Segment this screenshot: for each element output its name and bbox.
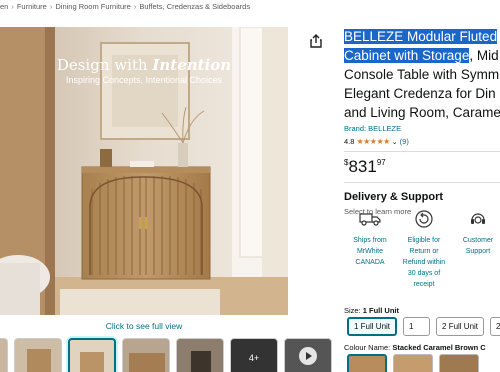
see-full-view-link[interactable]: Click to see full view bbox=[0, 321, 288, 331]
thumbnail-selected[interactable] bbox=[68, 338, 116, 372]
colour-value: Stacked Caramel Brown C bbox=[392, 343, 486, 352]
size-label-text: Size: bbox=[344, 306, 363, 315]
rating-value: 4.8 bbox=[344, 137, 355, 146]
delivery-support-heading: Delivery & Support bbox=[344, 191, 444, 203]
video-thumbnail[interactable] bbox=[284, 338, 332, 372]
feature-label: Eligible for Return or Refund within 30 … bbox=[402, 237, 446, 288]
breadcrumb-sep: › bbox=[133, 1, 137, 11]
size-label: Size: 1 Full Unit bbox=[344, 306, 399, 315]
breadcrumb: en › Furniture › Dining Room Furniture ›… bbox=[0, 0, 250, 12]
svg-text:Design with Intention: Design with Intention bbox=[57, 56, 231, 74]
size-value: 1 Full Unit bbox=[362, 306, 400, 315]
feature-label: Ships from MrWhite CANADA bbox=[353, 237, 387, 266]
rating-row: 4.8 ★★★★★ ⌄ (9) bbox=[344, 137, 500, 146]
hero-headline-emphasis: Intention bbox=[151, 56, 231, 74]
feature-ships-from[interactable]: Ships from MrWhite CANADA bbox=[344, 210, 396, 268]
size-option-selected[interactable]: 1 Full Unit bbox=[347, 317, 398, 336]
hero-headline: Design with bbox=[57, 56, 153, 74]
feature-support[interactable]: Customer Support bbox=[452, 210, 500, 257]
breadcrumb-item[interactable]: en bbox=[0, 2, 8, 11]
colour-swatch[interactable] bbox=[439, 354, 479, 372]
star-rating-icon[interactable]: ★★★★★ bbox=[356, 137, 390, 146]
rating-count-link[interactable]: (9) bbox=[400, 137, 409, 146]
price-cents: 97 bbox=[376, 158, 386, 167]
size-options: 1 Full Unit 1 2 Full Unit 2 bbox=[347, 317, 500, 336]
breadcrumb-item[interactable]: Dining Room Furniture bbox=[55, 2, 130, 11]
return-icon bbox=[414, 209, 434, 233]
colour-swatch-selected[interactable] bbox=[347, 354, 387, 372]
size-option[interactable]: 1 bbox=[403, 317, 431, 336]
chevron-down-icon[interactable]: ⌄ bbox=[392, 138, 398, 146]
product-page: en › Furniture › Dining Room Furniture ›… bbox=[0, 0, 500, 372]
breadcrumb-item[interactable]: Furniture bbox=[17, 2, 47, 11]
colour-label: Colour Name: Stacked Caramel Brown C bbox=[344, 343, 486, 352]
product-scene: Design with Intention Inspiring Concepts… bbox=[0, 27, 288, 315]
thumbnail[interactable] bbox=[0, 338, 8, 372]
support-icon bbox=[468, 209, 488, 233]
share-icon bbox=[310, 33, 322, 53]
thumbnail-strip: 4+ bbox=[0, 338, 332, 372]
thumbnail-more[interactable]: 4+ bbox=[230, 338, 278, 372]
breadcrumb-sep: › bbox=[49, 1, 53, 11]
truck-icon bbox=[359, 211, 381, 231]
main-product-image[interactable]: Design with Intention Inspiring Concepts… bbox=[0, 27, 288, 315]
divider bbox=[344, 182, 500, 183]
breadcrumb-sep: › bbox=[11, 1, 14, 11]
brand-link[interactable]: Brand: BELLEZE bbox=[344, 124, 500, 133]
colour-label-text: Colour Name: bbox=[344, 343, 393, 352]
size-option[interactable]: 2 Full Unit bbox=[436, 317, 485, 336]
thumbnail[interactable] bbox=[122, 338, 170, 372]
product-title: BELLEZE Modular Fluted Cabinet with Stor… bbox=[344, 27, 500, 122]
size-option[interactable]: 2 bbox=[490, 317, 500, 336]
divider bbox=[344, 151, 500, 152]
play-icon bbox=[298, 346, 318, 371]
breadcrumb-item[interactable]: Buffets, Credenzas & Sideboards bbox=[139, 2, 250, 11]
thumbnail[interactable] bbox=[176, 338, 224, 372]
colour-swatches bbox=[347, 354, 479, 372]
hero-subhead: Inspiring Concepts, Intentional Choices bbox=[66, 75, 223, 85]
price-whole: 831 bbox=[348, 157, 377, 176]
more-count: 4+ bbox=[248, 353, 260, 363]
feature-returns[interactable]: Eligible for Return or Refund within 30 … bbox=[398, 210, 450, 290]
colour-swatch[interactable] bbox=[393, 354, 433, 372]
share-button[interactable] bbox=[306, 33, 326, 53]
price: $ 831 97 bbox=[344, 158, 500, 176]
feature-label: Customer Support bbox=[462, 237, 494, 255]
product-info: BELLEZE Modular Fluted Cabinet with Stor… bbox=[344, 27, 500, 216]
thumbnail[interactable] bbox=[14, 338, 62, 372]
